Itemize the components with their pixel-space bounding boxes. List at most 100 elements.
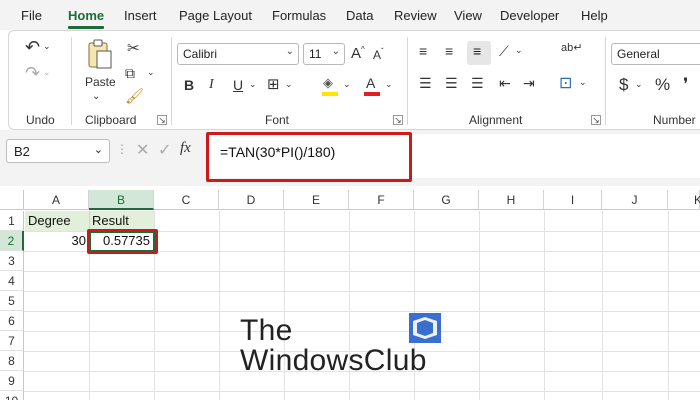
header-divider — [89, 211, 90, 231]
row-header-8[interactable]: 8 — [0, 351, 24, 371]
cut-icon[interactable]: ✂ — [127, 39, 140, 57]
row-header-4[interactable]: 4 — [0, 271, 24, 291]
row-header-1[interactable]: 1 — [0, 211, 24, 231]
row-header-7[interactable]: 7 — [0, 331, 24, 351]
format-painter-icon[interactable]: 🖌 — [125, 87, 144, 105]
align-top-icon[interactable]: ≡ — [419, 43, 427, 59]
increase-indent-icon[interactable]: ⇥ — [523, 75, 535, 92]
menu-file[interactable]: File — [21, 8, 42, 23]
column-header-e[interactable]: E — [284, 190, 349, 210]
clipboard-launcher-icon[interactable]: ↘ — [157, 115, 167, 125]
copy-dropdown-icon[interactable]: ⌄ — [147, 67, 155, 78]
comma-style-icon[interactable]: ❜ — [683, 75, 688, 95]
decrease-font-icon[interactable]: Aˇ — [373, 47, 384, 62]
menu-review[interactable]: Review — [394, 8, 437, 23]
align-center-icon[interactable]: ☰ — [445, 75, 458, 92]
decrease-indent-icon[interactable]: ⇤ — [499, 75, 511, 92]
insert-function-button[interactable]: fx — [180, 140, 191, 157]
currency-dropdown-icon[interactable]: ⌄ — [635, 79, 643, 90]
column-header-f[interactable]: F — [349, 190, 414, 210]
menu-data[interactable]: Data — [346, 8, 373, 23]
shrink-glyph: A — [373, 48, 382, 62]
paste-icon[interactable] — [87, 39, 113, 71]
font-launcher-icon[interactable]: ↘ — [393, 115, 403, 125]
watermark-line-2: WindowsClub — [240, 344, 427, 377]
copy-icon[interactable]: ⧉ — [125, 65, 135, 82]
gridline — [24, 391, 700, 392]
borders-icon[interactable]: ⊞ — [267, 75, 280, 93]
row-header-3[interactable]: 3 — [0, 251, 24, 271]
increase-font-icon[interactable]: A^ — [351, 45, 365, 62]
row-header-5[interactable]: 5 — [0, 291, 24, 311]
font-group-label: Font — [265, 113, 290, 127]
column-header-i[interactable]: I — [544, 190, 602, 210]
chevron-down-icon: ⌄ — [285, 46, 294, 57]
bold-button[interactable]: B — [184, 77, 194, 93]
cell-a1[interactable]: Degree — [28, 211, 71, 231]
select-all-corner[interactable] — [0, 190, 24, 210]
row-header-9[interactable]: 9 — [0, 371, 24, 391]
underline-button[interactable]: U — [233, 77, 243, 93]
row-header-10[interactable]: 10 — [0, 391, 24, 400]
fill-color-dropdown-icon[interactable]: ⌄ — [343, 79, 351, 90]
row-header-6[interactable]: 6 — [0, 311, 24, 331]
name-box-value: B2 — [14, 144, 30, 159]
cell-b1[interactable]: Result — [92, 211, 129, 231]
more-options-icon[interactable]: ⋮ — [116, 142, 128, 156]
font-name-dropdown[interactable]: Calibri ⌄ — [177, 43, 299, 65]
align-left-icon[interactable]: ☰ — [419, 75, 432, 92]
merge-dropdown-icon[interactable]: ⌄ — [579, 77, 587, 88]
font-name-value: Calibri — [183, 47, 218, 61]
column-header-a[interactable]: A — [24, 190, 89, 210]
grow-glyph: A — [351, 45, 362, 62]
column-header-c[interactable]: C — [154, 190, 219, 210]
name-box[interactable]: B2 ⌄ — [6, 139, 110, 163]
font-color-icon[interactable]: A — [363, 75, 381, 97]
paste-button[interactable]: Paste — [85, 75, 116, 89]
group-divider — [605, 37, 606, 125]
menu-view[interactable]: View — [454, 8, 482, 23]
formula-buttons: ✕ ✓ fx — [130, 139, 204, 163]
orientation-icon[interactable]: ⟋ — [499, 43, 509, 60]
watermark-line-1: The — [240, 314, 293, 347]
orientation-dropdown-icon[interactable]: ⌄ — [515, 45, 523, 56]
underline-dropdown-icon[interactable]: ⌄ — [249, 79, 257, 90]
alignment-launcher-icon[interactable]: ↘ — [591, 115, 601, 125]
column-header-g[interactable]: G — [414, 190, 479, 210]
column-header-k[interactable]: K — [668, 190, 700, 210]
font-size-dropdown[interactable]: 11 ⌄ — [303, 43, 345, 65]
redo-dropdown-icon[interactable]: ⌄ — [43, 67, 51, 78]
menu-help[interactable]: Help — [581, 8, 608, 23]
wrap-text-icon[interactable]: ab↵ — [561, 41, 582, 54]
fill-color-icon[interactable]: ◈ — [321, 75, 339, 97]
undo-dropdown-icon[interactable]: ⌄ — [43, 41, 51, 52]
borders-dropdown-icon[interactable]: ⌄ — [285, 79, 293, 90]
merge-center-icon[interactable]: ⊡ — [559, 73, 572, 93]
align-middle-icon[interactable]: ≡ — [445, 43, 453, 59]
column-header-b[interactable]: B — [89, 190, 154, 210]
number-format-dropdown[interactable]: General — [611, 43, 700, 65]
column-header-d[interactable]: D — [219, 190, 284, 210]
group-divider — [171, 37, 172, 125]
currency-button[interactable]: $ — [619, 75, 628, 95]
undo-icon[interactable]: ↶ — [25, 37, 40, 58]
align-bottom-button[interactable]: ≡ — [467, 41, 491, 65]
menu-developer[interactable]: Developer — [500, 8, 559, 23]
percent-button[interactable]: % — [655, 75, 670, 95]
cell-a2[interactable]: 30 — [26, 231, 86, 251]
redo-icon[interactable]: ↷ — [25, 63, 40, 84]
paste-dropdown-icon[interactable]: ⌄ — [92, 91, 100, 102]
menu-formulas[interactable]: Formulas — [272, 8, 326, 23]
italic-button[interactable]: I — [209, 77, 214, 93]
group-divider — [71, 37, 72, 125]
menu-insert[interactable]: Insert — [124, 8, 157, 23]
font-color-dropdown-icon[interactable]: ⌄ — [385, 79, 393, 90]
row-header-2[interactable]: 2 — [0, 231, 24, 251]
column-header-h[interactable]: H — [479, 190, 544, 210]
column-header-j[interactable]: J — [602, 190, 668, 210]
cancel-icon[interactable]: ✕ — [136, 140, 149, 160]
enter-icon[interactable]: ✓ — [158, 140, 171, 160]
menu-home[interactable]: Home — [68, 8, 104, 23]
align-right-icon[interactable]: ☰ — [471, 75, 484, 92]
menu-page-layout[interactable]: Page Layout — [179, 8, 252, 23]
